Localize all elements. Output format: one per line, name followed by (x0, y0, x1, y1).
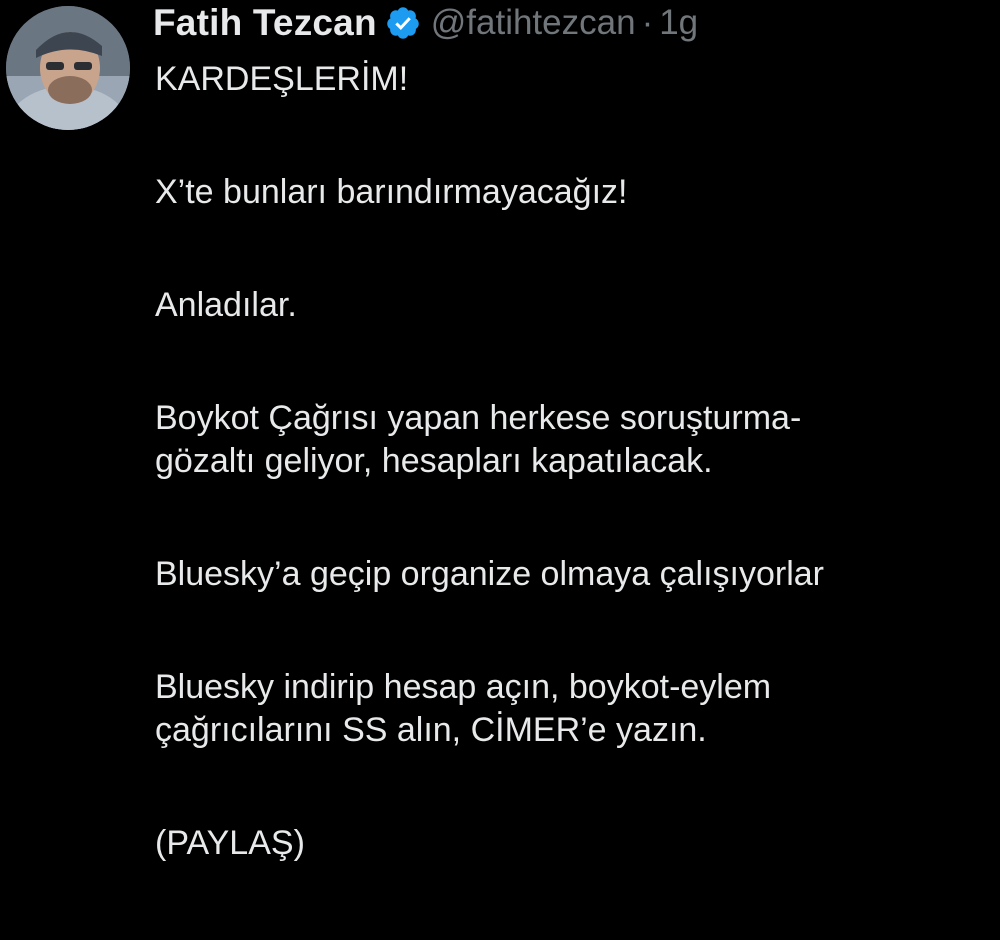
tweet-text-line: gözaltı geliyor, hesapları kapatılacak. (155, 442, 713, 480)
tweet-text-line: (PAYLAŞ) (155, 824, 305, 862)
tweet-timestamp[interactable]: 1g (659, 3, 698, 43)
tweet-text-line: X’te bunları barındırmayacağız! (155, 173, 628, 211)
tweet-text-line: Bluesky’a geçip organize olmaya çalışıyo… (155, 555, 824, 593)
author-display-name[interactable]: Fatih Tezcan (153, 2, 377, 44)
tweet-text-line: Anladılar. (155, 286, 297, 324)
avatar-photo-icon (6, 6, 130, 130)
avatar[interactable] (6, 6, 130, 130)
author-handle[interactable]: @fatihtezcan (431, 3, 636, 43)
tweet-header: Fatih Tezcan @fatihtezcan · 1g (153, 0, 698, 46)
tweet-text-line: çağrıcılarını SS alın, CİMER’e yazın. (155, 711, 707, 749)
tweet-text-line: Bluesky indirip hesap açın, boykot-eylem (155, 668, 772, 706)
tweet-text-line: Boykot Çağrısı yapan herkese soruşturma- (155, 399, 802, 437)
verified-badge-icon (385, 5, 421, 41)
tweet: Fatih Tezcan @fatihtezcan · 1g KARDEŞLER… (0, 0, 1000, 940)
tweet-text-line: KARDEŞLERİM! (155, 60, 409, 98)
tweet-text: KARDEŞLERİM! X’te bunları barındırmayaca… (155, 58, 1000, 865)
header-separator: · (641, 3, 654, 42)
